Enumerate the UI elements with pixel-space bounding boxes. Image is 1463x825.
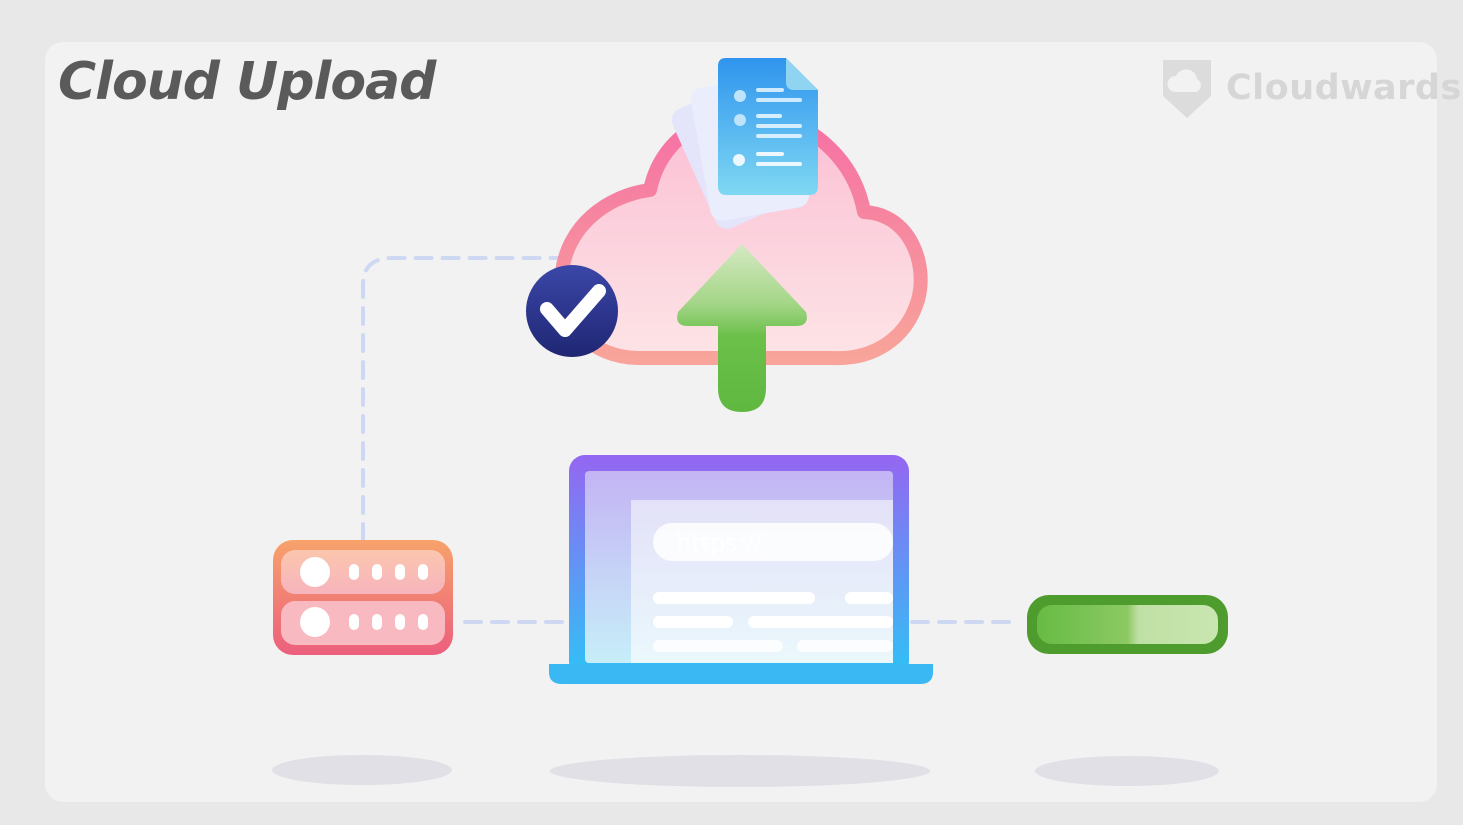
server-icon — [273, 540, 453, 655]
progress-bar — [1027, 595, 1228, 654]
progress-shadow — [1035, 756, 1219, 786]
address-text: https:// — [676, 529, 763, 557]
laptop-icon: https:// — [549, 455, 933, 684]
laptop-shadow — [550, 755, 930, 787]
server-shadow — [272, 755, 452, 785]
check-badge-icon — [526, 265, 618, 357]
upload-illustration: https:// — [272, 58, 1228, 787]
